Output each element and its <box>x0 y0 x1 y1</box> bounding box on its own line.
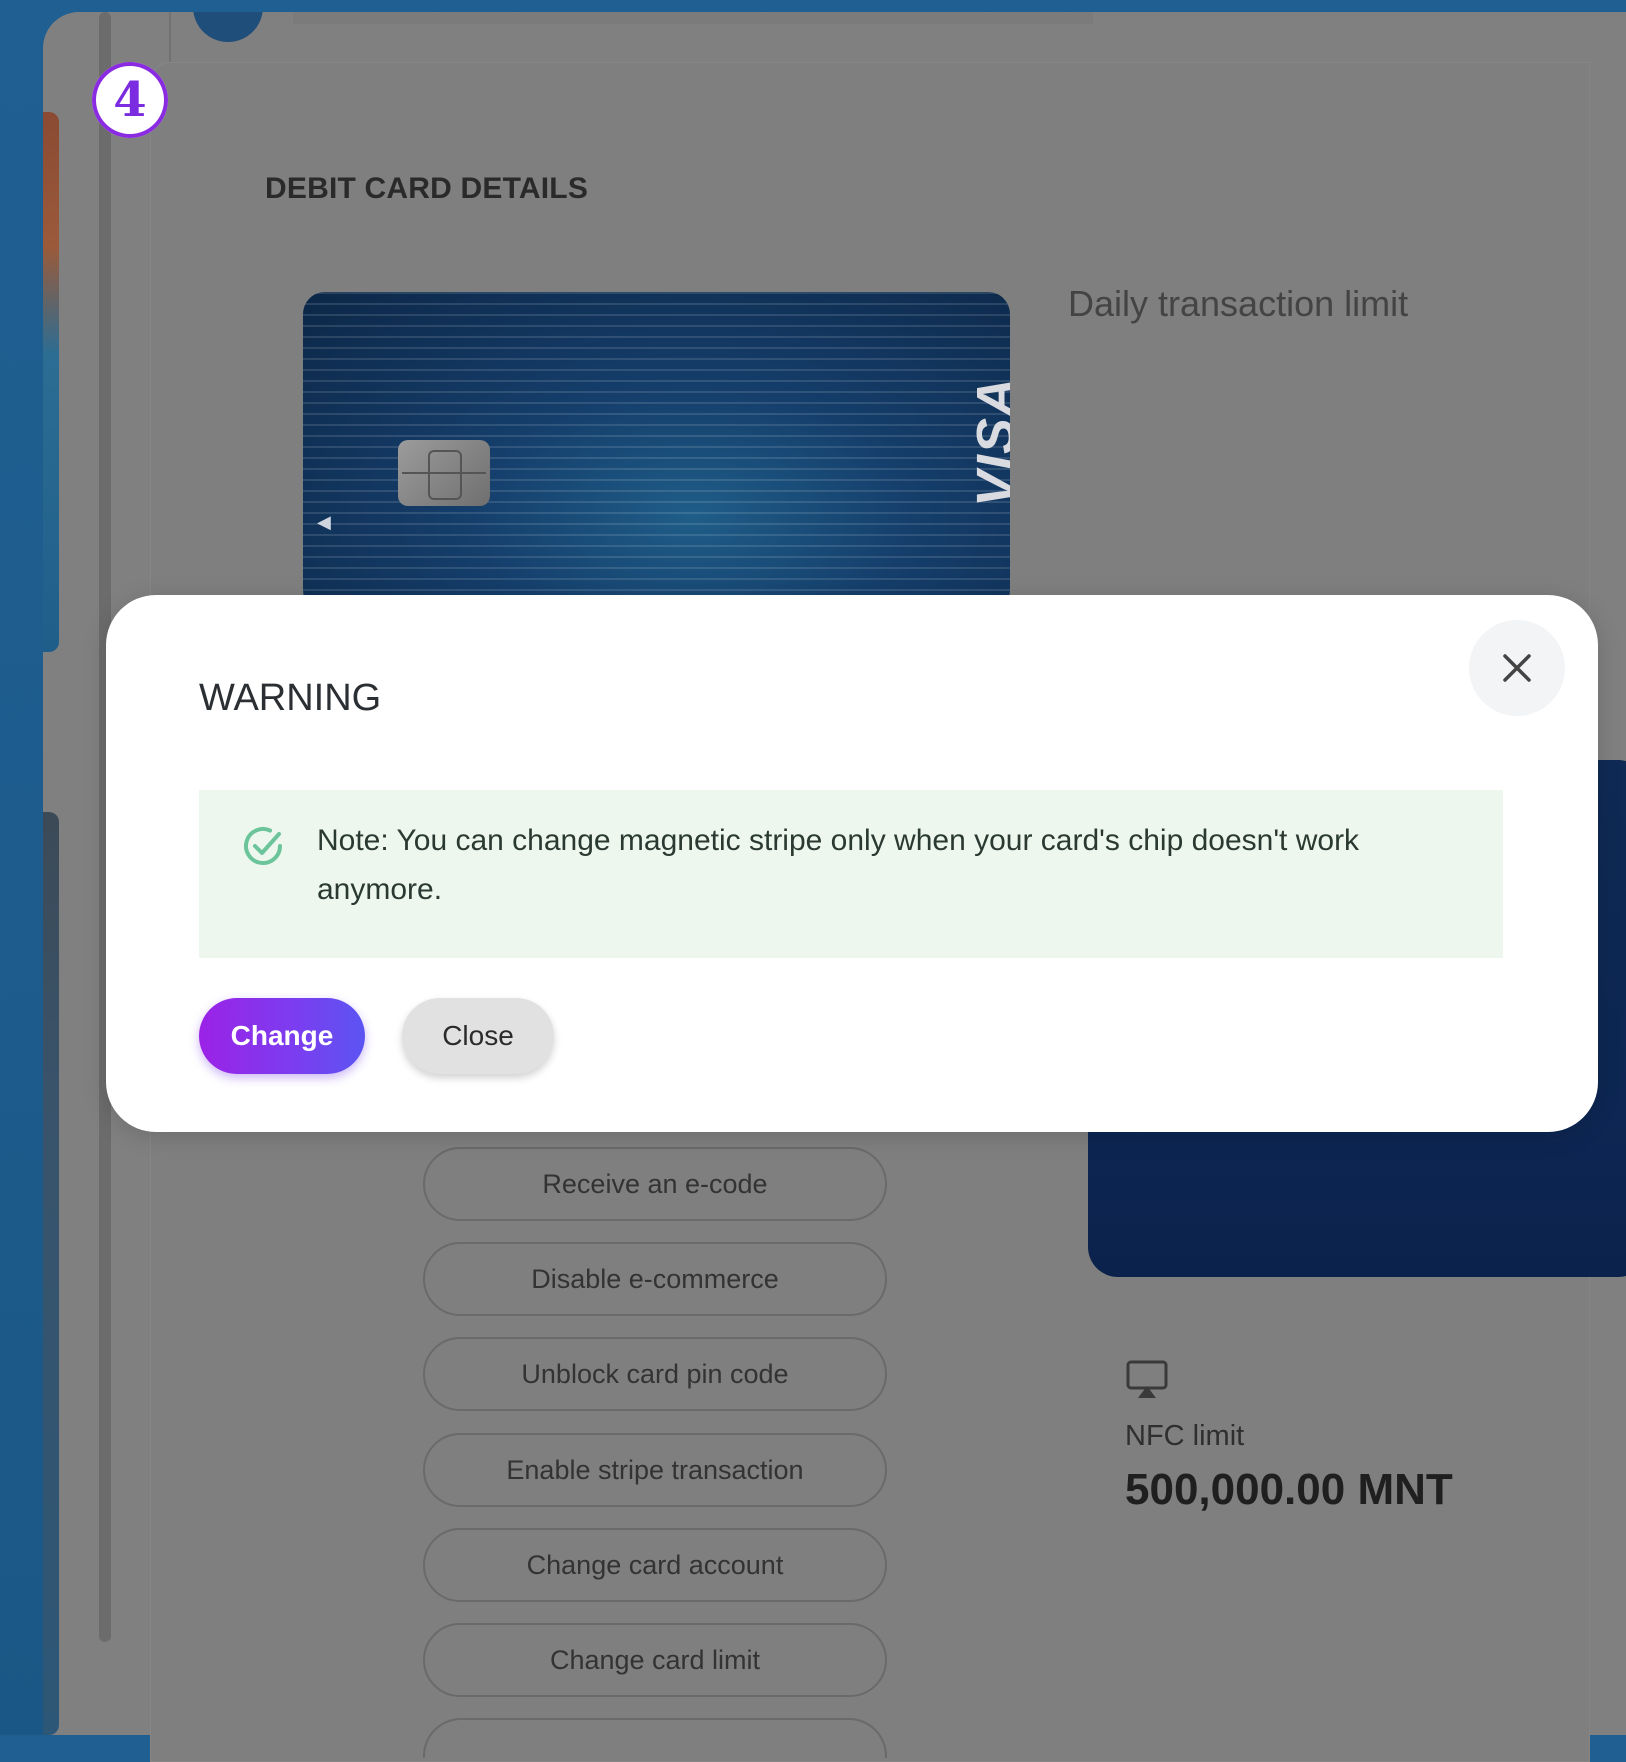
chevron-left-icon[interactable]: ◀ <box>317 512 331 533</box>
close-button[interactable]: Close <box>402 998 554 1074</box>
background-image-strip <box>43 112 59 652</box>
top-nav <box>293 12 1093 24</box>
modal-title: WARNING <box>199 677 382 719</box>
change-button[interactable]: Change <box>199 998 365 1074</box>
disable-ecommerce-button[interactable]: Disable e-commerce <box>423 1242 887 1316</box>
airplay-icon <box>1126 1360 1168 1398</box>
nfc-limit-value: 500,000.00 MNT <box>1125 1465 1453 1514</box>
close-icon[interactable] <box>1469 620 1565 716</box>
nav-avatar[interactable] <box>193 12 263 42</box>
visa-logo: VISA <box>966 376 1010 508</box>
nfc-limit-label: NFC limit <box>1125 1420 1245 1452</box>
daily-limit-label: Daily transaction limit <box>1068 283 1409 324</box>
enable-stripe-button[interactable]: Enable stripe transaction <box>423 1433 887 1507</box>
check-circle-icon <box>244 827 282 865</box>
page-title: DEBIT CARD DETAILS <box>265 172 589 205</box>
debit-card[interactable]: VISA ◀ <box>303 292 1010 612</box>
note-text: Note: You can change magnetic stripe onl… <box>317 824 1360 906</box>
change-limit-button[interactable]: Change card limit <box>423 1623 887 1697</box>
chip-icon <box>398 440 490 506</box>
receive-ecode-button[interactable]: Receive an e-code <box>423 1147 887 1221</box>
note-box: Note: You can change magnetic stripe onl… <box>199 790 1503 958</box>
step-number-badge: 4 <box>92 62 168 138</box>
background-image-strip <box>43 812 59 1735</box>
warning-modal: WARNING Note: You can change magnetic st… <box>106 595 1598 1132</box>
change-account-button[interactable]: Change card account <box>423 1528 887 1602</box>
action-button-partial[interactable] <box>423 1718 887 1758</box>
unblock-pin-button[interactable]: Unblock card pin code <box>423 1337 887 1411</box>
